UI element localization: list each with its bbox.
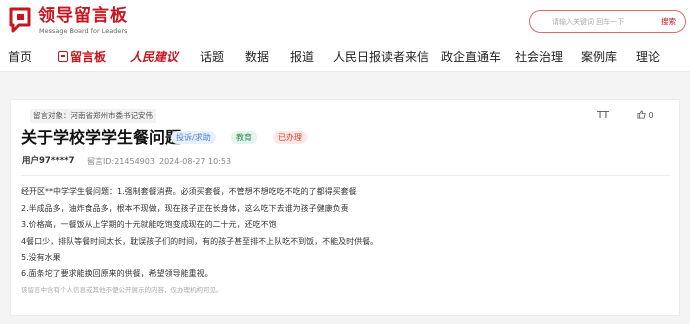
nav-item-social-governance[interactable]: 社会治理	[515, 50, 563, 65]
message-card: 留言对象：河南省郑州市委书记安伟 TT 0 关于学校学学生餐问题 投诉/求助 教…	[10, 99, 680, 316]
nav-item-message-board[interactable]: 留言板	[58, 50, 106, 65]
brand-title[interactable]: 领导留言板	[38, 6, 128, 26]
message-target: 留言对象：河南省郑州市委书记安伟	[30, 109, 156, 123]
nav-item-reports[interactable]: 报道	[290, 50, 314, 65]
message-user: 用户97****7	[22, 156, 75, 166]
message-body-line: 5.没有水果	[21, 253, 61, 262]
message-time: 2024-08-27 10:53	[159, 157, 232, 166]
message-id: 留言ID:21454903	[87, 157, 155, 166]
divider	[21, 175, 671, 176]
nav-item-data[interactable]: 数据	[245, 50, 269, 65]
message-body-line: 经开区**中学学生餐问题：1.强制套餐消费。必须买套餐，不管想不想吃吃不吃的了都…	[21, 187, 357, 196]
site-header: 领导留言板 Message Board for Leaders 搜索	[0, 0, 690, 42]
logo-icon[interactable]	[8, 7, 32, 33]
nav-item-theory[interactable]: 理论	[636, 50, 660, 65]
edit-icon	[58, 51, 68, 62]
message-body-line: 6.面条坨了要求能换回原来的供餐，希望领导能重视。	[21, 269, 213, 278]
search-button[interactable]: 搜索	[661, 16, 676, 27]
brand-subtitle: Message Board for Leaders	[39, 27, 128, 35]
nav-item-case-library[interactable]: 案例库	[581, 50, 617, 65]
nav-item-reader-letters[interactable]: 人民日报读者来信	[333, 50, 429, 65]
nav-item-topics[interactable]: 话题	[200, 50, 224, 65]
search-box: 搜索	[529, 10, 686, 33]
nav-item-label: 留言板	[70, 50, 107, 64]
search-input[interactable]	[552, 14, 652, 29]
privacy-note: 该留言中含有个人信息或其他不便公开展示的内容，仅办理机构可见。	[21, 286, 223, 294]
nav-item-people-suggestions[interactable]: 人民建议	[130, 50, 178, 65]
main-nav: 首页 留言板 人民建议 话题 数据 报道 人民日报读者来信 政企直通车 社会治理…	[0, 42, 690, 72]
message-body-line: 3.价格高，一餐饭从上学期的十元就能吃饱变成现在的二十元，还吃不饱	[21, 220, 277, 229]
thumbs-up-icon	[637, 110, 646, 119]
status-badge: 已办理	[273, 131, 307, 144]
message-body-line: 4餐口少，排队等餐时间太长，耽误孩子们的时间，有的孩子甚至排不上队吃不到饭，不能…	[21, 237, 379, 246]
message-title: 关于学校学学生餐问题	[21, 128, 182, 147]
like-button[interactable]: 0	[637, 110, 654, 122]
font-size-button[interactable]: TT	[597, 110, 609, 122]
category-tag[interactable]: 投诉/求助	[171, 131, 216, 144]
message-body-line: 2.半成品多，油炸食品多，根本不现做，现在孩子正在长身体，这么吃下去谁为孩子健康…	[21, 204, 349, 213]
field-tag[interactable]: 教育	[231, 131, 257, 144]
nav-item-gov-business[interactable]: 政企直通车	[441, 50, 501, 65]
like-count: 0	[648, 111, 654, 120]
nav-item-home[interactable]: 首页	[8, 50, 32, 65]
